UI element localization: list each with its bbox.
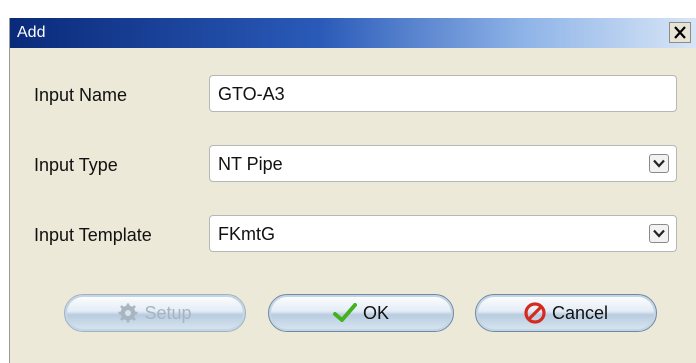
input-template-label: Input Template bbox=[34, 225, 152, 245]
input-type-label: Input Type bbox=[34, 155, 118, 175]
cancel-button-label: Cancel bbox=[551, 302, 609, 323]
ok-button[interactable]: OK bbox=[268, 294, 454, 332]
gear-icon bbox=[118, 303, 138, 323]
input-template-value: FKmtG bbox=[218, 224, 275, 244]
chevron-down-icon bbox=[653, 229, 665, 238]
no-entry-icon bbox=[524, 302, 546, 324]
input-type-value: NT Pipe bbox=[218, 154, 283, 174]
setup-button-label: Setup bbox=[144, 302, 192, 323]
input-type-dropdown-button[interactable] bbox=[649, 154, 669, 173]
setup-button[interactable]: Setup bbox=[64, 294, 246, 332]
title-bar[interactable]: Add bbox=[10, 18, 696, 48]
checkmark-icon bbox=[332, 303, 357, 322]
input-template-dropdown-button[interactable] bbox=[649, 224, 669, 243]
input-name-field[interactable]: GTO-A3 bbox=[209, 75, 677, 112]
chevron-down-icon bbox=[653, 159, 665, 168]
ok-button-label: OK bbox=[362, 302, 389, 323]
add-dialog: Add Input Name GTO-A3 Input Type NT Pipe… bbox=[9, 18, 696, 363]
window-title: Add bbox=[17, 24, 46, 41]
input-type-dropdown[interactable]: NT Pipe bbox=[209, 145, 677, 182]
input-template-dropdown[interactable]: FKmtG bbox=[209, 215, 677, 252]
input-name-value: GTO-A3 bbox=[218, 84, 285, 104]
close-icon bbox=[674, 26, 686, 39]
input-name-label: Input Name bbox=[34, 85, 128, 105]
cancel-button[interactable]: Cancel bbox=[475, 294, 657, 332]
close-button[interactable] bbox=[669, 22, 691, 43]
